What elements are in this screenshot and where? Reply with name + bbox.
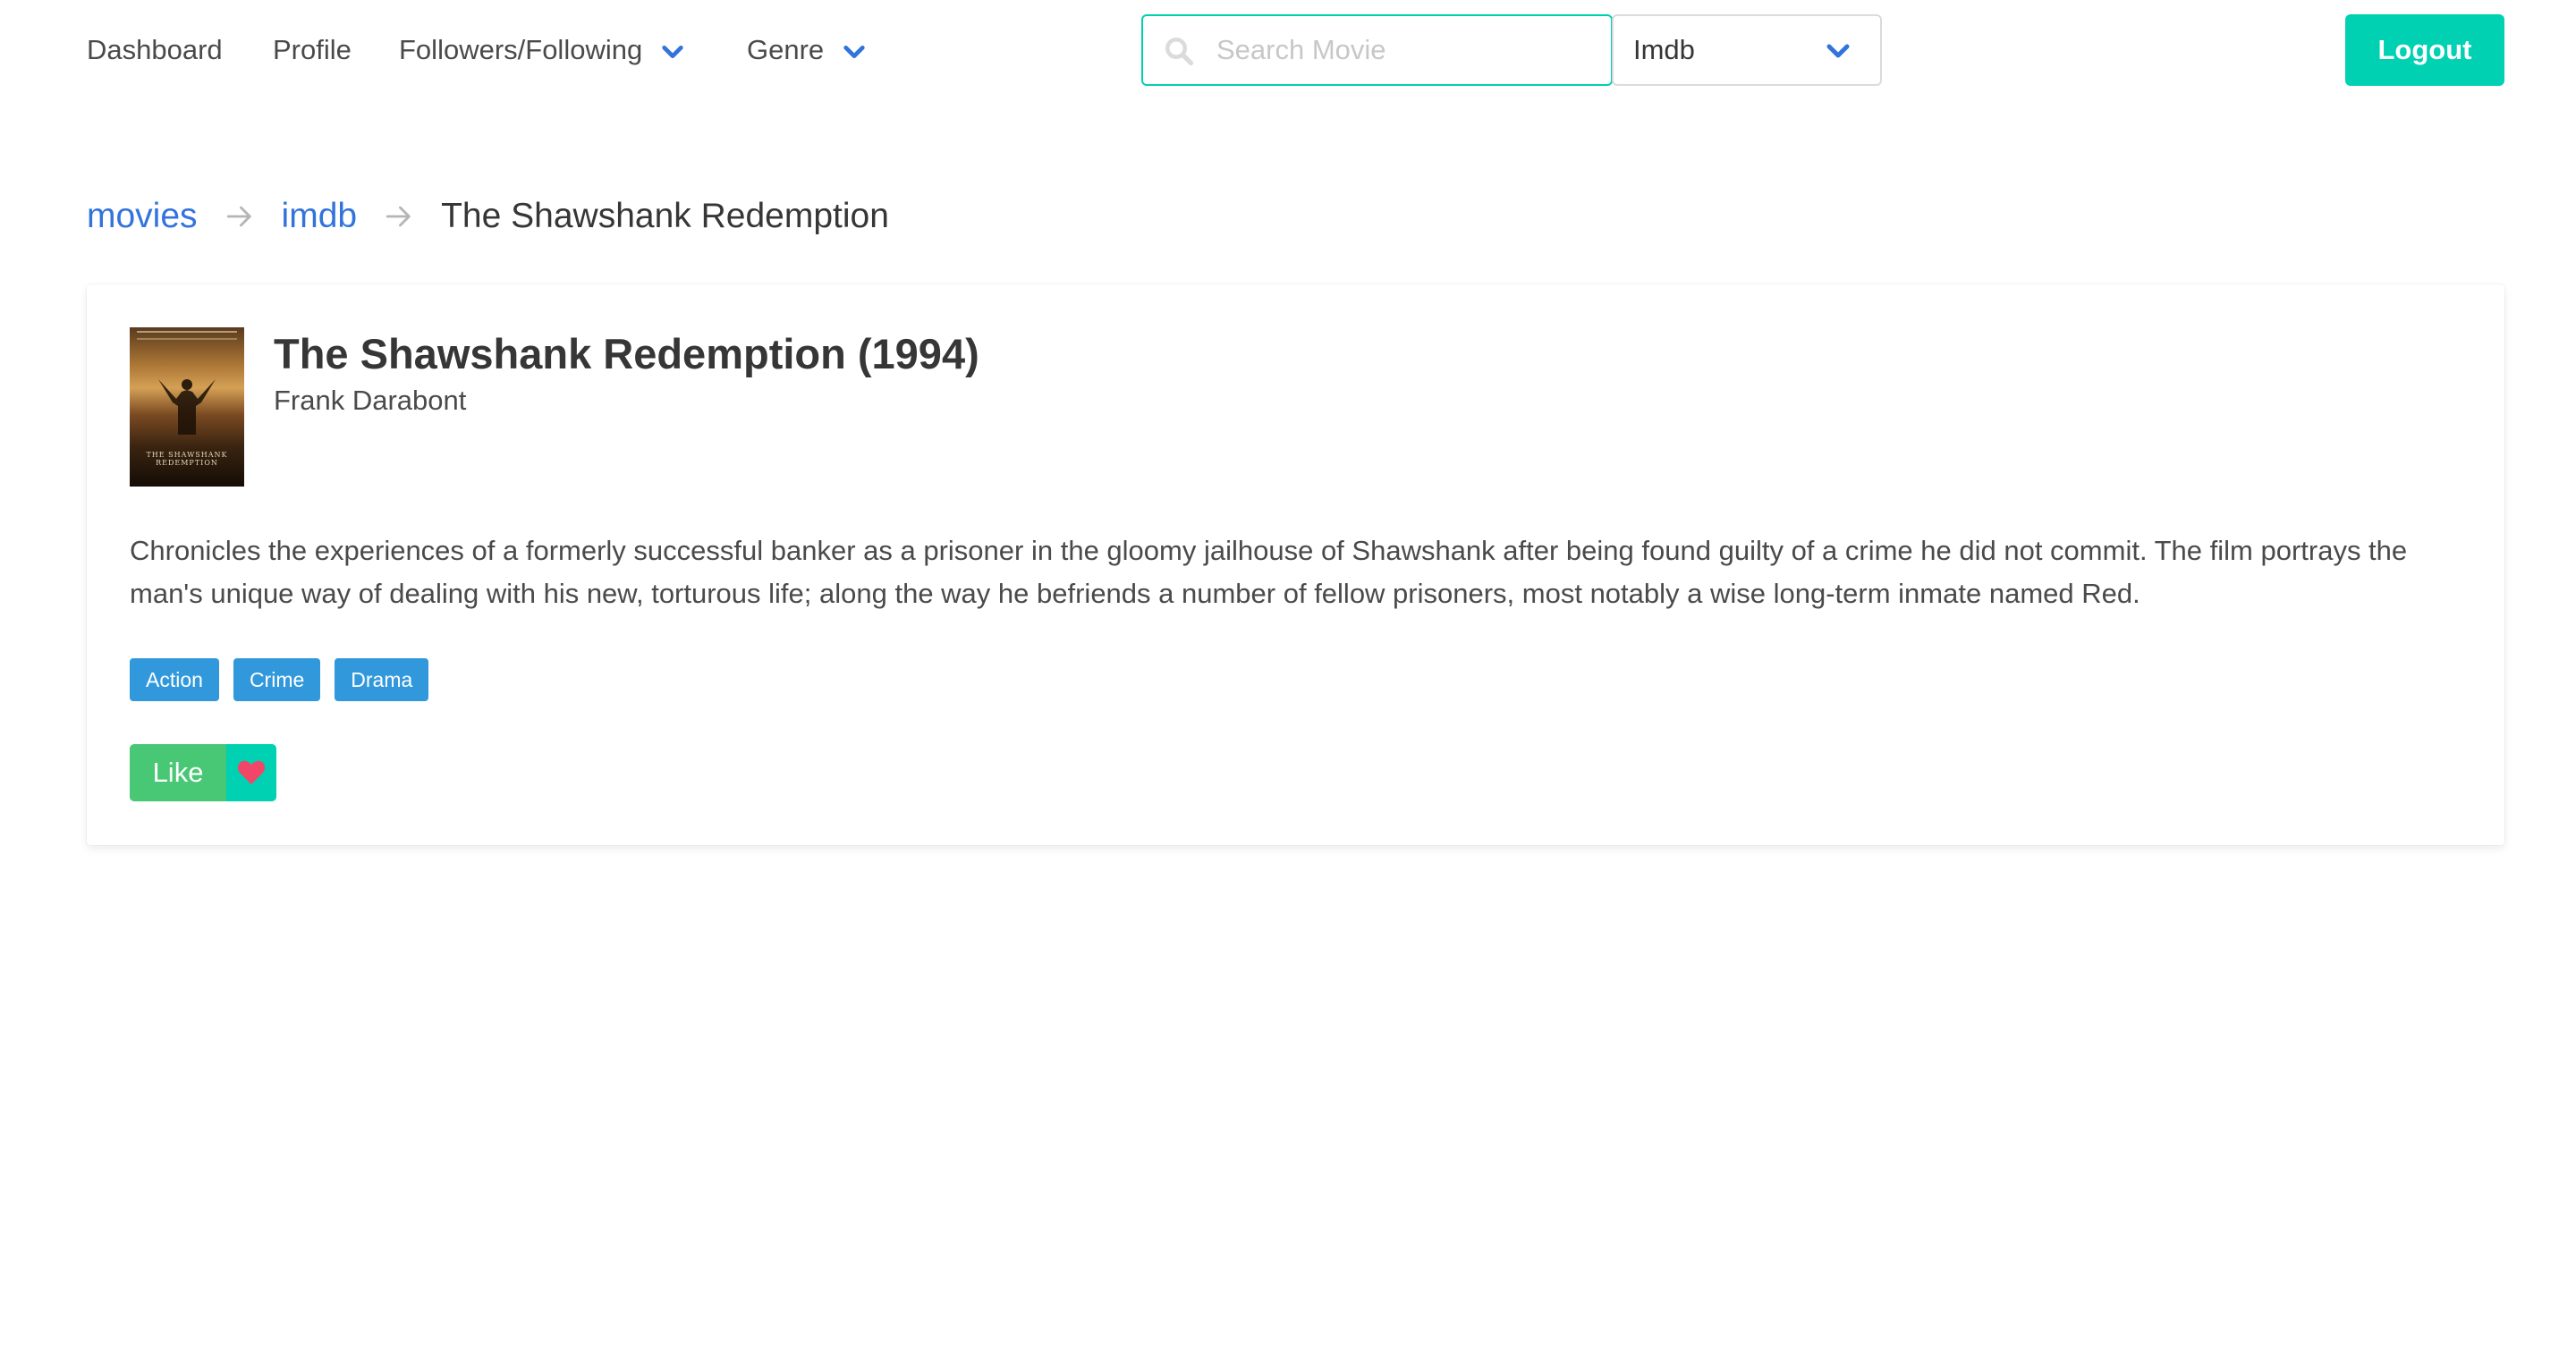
nav-followers-following[interactable]: Followers/Following (399, 0, 685, 100)
nav-genre[interactable]: Genre (747, 0, 867, 100)
nav-dashboard[interactable]: Dashboard (87, 0, 223, 100)
poster-figure (158, 379, 216, 435)
logout-button[interactable]: Logout (2345, 14, 2504, 86)
like-button-label: Like (152, 757, 204, 788)
nav-dashboard-label: Dashboard (87, 34, 223, 65)
nav-profile[interactable]: Profile (273, 0, 352, 100)
navbar: Dashboard Profile Followers/Following Ge… (0, 0, 2576, 100)
nav-profile-label: Profile (273, 34, 352, 65)
source-select-value: Imdb (1633, 34, 1695, 65)
like-button[interactable]: Like (130, 744, 226, 801)
search-icon (1165, 38, 1194, 66)
search-input[interactable] (1215, 25, 1590, 75)
like-button-group[interactable]: Like (130, 744, 276, 801)
movie-director: Frank Darabont (274, 385, 467, 416)
movie-poster: THE SHAWSHANK REDEMPTION (130, 327, 244, 487)
movie-description: Chronicles the experiences of a formerly… (130, 535, 2408, 609)
genre-tag[interactable]: Crime (233, 658, 321, 701)
genre-tag[interactable]: Drama (335, 658, 429, 701)
arrow-right-icon (386, 206, 411, 227)
chevron-down-icon (843, 46, 865, 58)
breadcrumb-current: The Shawshank Redemption (441, 197, 889, 235)
heart-icon (237, 760, 266, 784)
arrow-right-icon (226, 206, 251, 227)
chevron-down-icon (1826, 44, 1850, 58)
chevron-down-icon (662, 46, 683, 58)
movie-title: The Shawshank Redemption (1994) (274, 330, 979, 377)
source-select[interactable]: Imdb (1612, 14, 1882, 86)
nav-followers-following-label: Followers/Following (399, 34, 643, 65)
genre-tags: Action Crime Drama (130, 658, 429, 701)
poster-header-lines (137, 331, 237, 340)
nav-genre-label: Genre (747, 34, 825, 65)
search-field[interactable] (1141, 14, 1613, 86)
logout-button-label: Logout (2377, 34, 2472, 65)
breadcrumb-movies[interactable]: movies (87, 197, 198, 236)
heart-button[interactable] (226, 744, 276, 801)
breadcrumb-imdb[interactable]: imdb (282, 197, 358, 236)
poster-title-text: THE SHAWSHANK REDEMPTION (146, 451, 228, 467)
breadcrumb: movies imdb The Shawshank Redemption (87, 190, 889, 243)
movie-card: THE SHAWSHANK REDEMPTION The Shawshank R… (87, 284, 2504, 845)
genre-tag[interactable]: Action (130, 658, 219, 701)
